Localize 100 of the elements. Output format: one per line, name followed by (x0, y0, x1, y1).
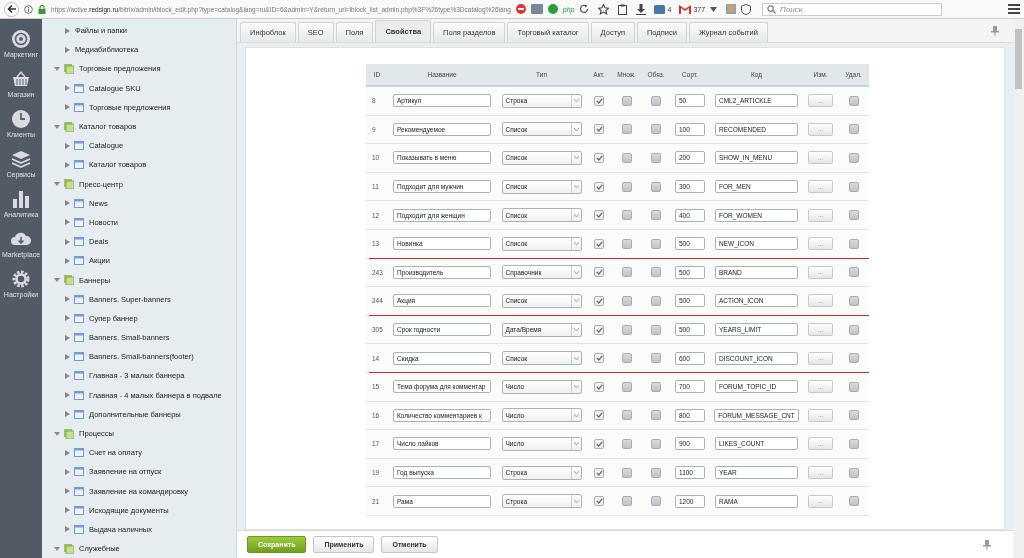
checkbox[interactable] (594, 124, 604, 135)
expand-arrow-icon[interactable] (54, 181, 60, 188)
checkbox[interactable] (621, 267, 632, 278)
expand-arrow-icon[interactable] (54, 430, 60, 437)
checkbox[interactable] (848, 438, 859, 449)
expand-arrow-icon[interactable] (65, 257, 70, 264)
checkbox[interactable] (651, 353, 661, 364)
expand-arrow-icon[interactable] (65, 27, 70, 34)
checkbox[interactable] (594, 438, 604, 449)
checkbox[interactable] (621, 295, 632, 306)
pin-icon[interactable] (983, 539, 991, 550)
expand-arrow-icon[interactable] (65, 142, 70, 149)
checkbox[interactable] (848, 238, 859, 249)
checkbox[interactable] (594, 181, 604, 192)
stop-icon[interactable] (515, 4, 526, 14)
target-icon[interactable] (11, 29, 31, 49)
checkbox[interactable] (651, 324, 661, 335)
gear-icon[interactable] (11, 269, 31, 289)
menu-icon[interactable] (1008, 4, 1020, 14)
shield-icon[interactable] (741, 3, 752, 15)
checkbox[interactable] (621, 467, 632, 478)
expand-arrow-icon[interactable] (65, 200, 70, 207)
scrollbar[interactable] (1013, 19, 1024, 558)
checkbox[interactable] (848, 181, 859, 192)
expand-arrow-icon[interactable] (65, 392, 70, 399)
checkbox[interactable] (848, 353, 859, 364)
search-field[interactable]: Поиск (762, 2, 943, 16)
checkbox[interactable] (594, 238, 604, 249)
checkbox[interactable] (651, 295, 661, 306)
expand-arrow-icon[interactable] (54, 277, 60, 284)
expand-arrow-icon[interactable] (54, 123, 60, 130)
expand-arrow-icon[interactable] (65, 468, 70, 475)
expand-arrow-icon[interactable] (65, 411, 70, 418)
checkbox[interactable] (621, 238, 632, 249)
checkbox[interactable] (651, 467, 661, 478)
checkbox[interactable] (594, 267, 604, 278)
expand-arrow-icon[interactable] (65, 296, 70, 303)
checkbox[interactable] (621, 210, 632, 221)
checkbox[interactable] (848, 95, 859, 106)
extension-icon[interactable] (530, 4, 543, 14)
extension-icon[interactable] (726, 4, 737, 14)
star-icon[interactable] (598, 3, 610, 15)
checkbox[interactable] (848, 153, 859, 163)
checkbox[interactable] (594, 210, 604, 221)
checkbox[interactable] (594, 410, 604, 421)
checkbox[interactable] (651, 238, 661, 249)
clock-icon[interactable] (11, 109, 31, 129)
expand-arrow-icon[interactable] (65, 449, 70, 456)
expand-arrow-icon[interactable] (65, 353, 70, 360)
expand-arrow-icon[interactable] (65, 334, 70, 341)
checkbox[interactable] (848, 295, 859, 306)
bars-icon[interactable] (11, 189, 31, 209)
expand-arrow-icon[interactable] (65, 507, 70, 514)
expand-arrow-icon[interactable] (54, 545, 60, 552)
expand-arrow-icon[interactable] (65, 238, 70, 245)
checkbox[interactable] (651, 438, 661, 449)
expand-arrow-icon[interactable] (65, 526, 70, 533)
expand-arrow-icon[interactable] (54, 65, 60, 72)
dropdown-icon[interactable] (710, 6, 718, 12)
expand-arrow-icon[interactable] (65, 85, 70, 92)
checkbox[interactable] (621, 496, 632, 507)
checkbox[interactable] (621, 353, 632, 364)
checkbox[interactable] (848, 267, 859, 278)
checkbox[interactable] (651, 153, 661, 163)
expand-arrow-icon[interactable] (65, 372, 70, 379)
checkbox[interactable] (621, 381, 632, 392)
expand-arrow-icon[interactable] (65, 104, 70, 111)
checkbox[interactable] (651, 95, 661, 106)
checkbox[interactable] (594, 381, 604, 392)
checkbox[interactable] (651, 410, 661, 421)
checkbox[interactable] (621, 324, 632, 335)
info-icon[interactable] (24, 4, 33, 14)
checkbox[interactable] (621, 410, 632, 421)
checkbox[interactable] (848, 410, 859, 421)
checkbox[interactable] (594, 95, 604, 106)
checkbox[interactable] (651, 181, 661, 192)
checkbox[interactable] (621, 95, 632, 106)
checkbox[interactable] (848, 467, 859, 478)
checkbox[interactable] (848, 381, 859, 392)
checkbox[interactable] (594, 324, 604, 335)
reload-icon[interactable] (579, 4, 590, 14)
checkbox[interactable] (651, 381, 661, 392)
checkbox[interactable] (621, 153, 632, 163)
checkbox[interactable] (621, 124, 632, 135)
checkbox[interactable] (651, 267, 661, 278)
checkbox[interactable] (651, 124, 661, 135)
clipboard-icon[interactable] (618, 3, 628, 15)
pin-icon[interactable] (991, 25, 999, 36)
expand-arrow-icon[interactable] (65, 315, 70, 322)
checkbox[interactable] (621, 181, 632, 192)
expand-arrow-icon[interactable] (65, 488, 70, 495)
checkbox[interactable] (594, 295, 604, 306)
expand-arrow-icon[interactable] (65, 219, 70, 226)
checkbox[interactable] (594, 153, 604, 163)
checkbox[interactable] (621, 438, 632, 449)
checkbox[interactable] (848, 496, 859, 507)
checkbox[interactable] (651, 496, 661, 507)
checkbox[interactable] (848, 210, 859, 221)
mail-icon[interactable] (679, 4, 692, 14)
expand-arrow-icon[interactable] (65, 161, 70, 168)
